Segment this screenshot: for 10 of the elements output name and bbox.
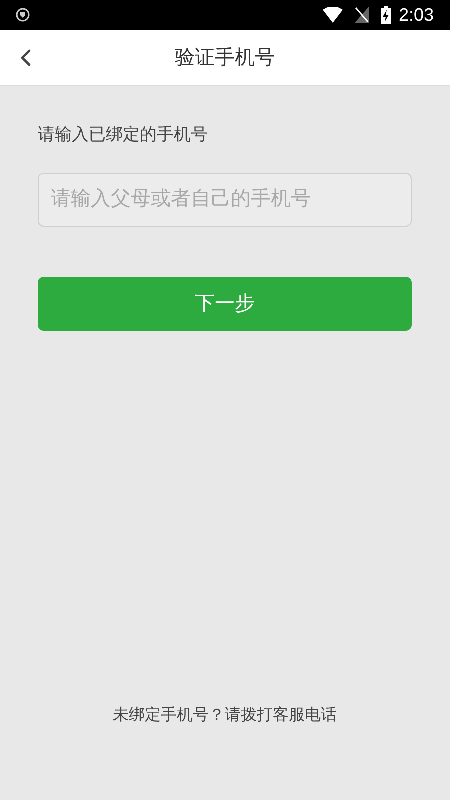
shield-icon — [16, 8, 30, 22]
phone-input-field[interactable]: 请输入父母或者自己的手机号 — [38, 172, 412, 226]
field-label: 请输入已绑定的手机号 — [38, 124, 209, 146]
contact-hint: 未绑定手机号？请拨打客服电话 — [113, 706, 337, 726]
wifi-icon — [322, 7, 343, 23]
no-signal-icon — [354, 7, 369, 23]
page-title: 验证手机号 — [175, 46, 275, 70]
status-time: 2:03 — [398, 4, 434, 26]
battery-charging-icon — [380, 6, 391, 24]
next-button[interactable]: 下一步 — [38, 276, 412, 330]
